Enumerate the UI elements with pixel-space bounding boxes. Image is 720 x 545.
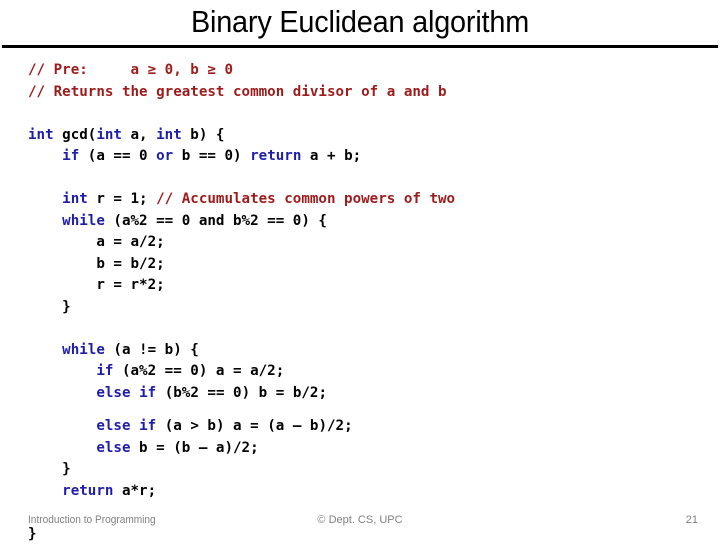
code-token-identifier: b = b/2; [96,256,164,272]
code-token-identifier: b == 0) [173,148,250,164]
code-line: while (a%2 == 0 and b%2 == 0) { [28,211,708,233]
code-token-keyword: else [96,440,130,456]
code-token-keyword: if [62,148,79,164]
code-line: if (a%2 == 0) a = a/2; [28,361,708,383]
code-token-identifier: a*r; [113,483,156,499]
code-token-comment: // Accumulates common powers of two [156,191,455,207]
code-line: else if (b%2 == 0) b = b/2; [28,383,708,405]
code-line: if (a == 0 or b == 0) return a + b; [28,146,708,168]
code-line: while (a != b) { [28,340,708,362]
code-token-keyword: if [96,363,113,379]
code-blank-line [28,103,708,125]
code-token-identifier: a + b; [301,148,361,164]
code-token-identifier: b) { [182,127,225,143]
code-token-identifier: (a != b) { [105,342,199,358]
code-line: r = r*2; [28,275,708,297]
code-line: // Pre: a ≥ 0, b ≥ 0 [28,60,708,82]
code-token-keyword: int [156,127,182,143]
code-token-keyword: else [96,385,130,401]
code-token-identifier: a, [122,127,156,143]
code-token-identifier: (a%2 == 0 and b%2 == 0) { [105,213,327,229]
code-token-comment: // Pre: a ≥ 0, b ≥ 0 [28,62,233,78]
code-line: b = b/2; [28,254,708,276]
code-token-identifier: (a > b) a = (a – b)/2; [156,418,352,434]
code-token-keyword: int [62,191,88,207]
code-token-keyword: while [62,213,105,229]
code-token-keyword: or [156,148,173,164]
code-token-identifier: b = (b – a)/2; [131,440,259,456]
code-token-comment: // Returns the greatest common divisor o… [28,84,447,100]
code-line: return a*r; [28,481,708,503]
code-line: } [28,297,708,319]
code-token-keyword: int [28,127,54,143]
code-token-identifier [131,418,140,434]
code-line: else if (a > b) a = (a – b)/2; [28,416,708,438]
code-line: int r = 1; // Accumulates common powers … [28,189,708,211]
title-divider [2,45,718,48]
code-gap [28,404,708,416]
code-token-identifier: (a == 0 [79,148,156,164]
code-line: int gcd(int a, int b) { [28,125,708,147]
code-line: // Returns the greatest common divisor o… [28,82,708,104]
slide: Binary Euclidean algorithm // Pre: a ≥ 0… [0,0,720,540]
title-area: Binary Euclidean algorithm [0,0,720,50]
footer-copyright: © Dept. CS, UPC [0,514,720,526]
code-blank-line [28,168,708,190]
code-token-identifier: r = r*2; [96,277,164,293]
page-title: Binary Euclidean algorithm [25,2,695,42]
code-token-identifier: gcd( [54,127,97,143]
footer-page-number: 21 [686,514,698,526]
code-line: else b = (b – a)/2; [28,438,708,460]
code-line: } [28,459,708,481]
code-token-keyword: else [96,418,130,434]
code-token-identifier: } [62,461,71,477]
code-token-identifier: a = a/2; [96,234,164,250]
code-token-keyword: while [62,342,105,358]
code-listing: // Pre: a ≥ 0, b ≥ 0 // Returns the great… [28,60,708,545]
code-token-keyword: if [139,418,156,434]
code-token-keyword: if [139,385,156,401]
code-token-keyword: return [250,148,301,164]
code-token-identifier: (a%2 == 0) a = a/2; [113,363,284,379]
code-token-identifier: } [62,299,71,315]
code-token-identifier [131,385,140,401]
code-token-identifier: (b%2 == 0) b = b/2; [156,385,327,401]
code-line: a = a/2; [28,232,708,254]
code-token-keyword: return [62,483,113,499]
footer: Introduction to Programming © Dept. CS, … [0,504,720,540]
code-token-identifier: r = 1; [88,191,156,207]
code-token-keyword: int [96,127,122,143]
code-blank-line [28,318,708,340]
